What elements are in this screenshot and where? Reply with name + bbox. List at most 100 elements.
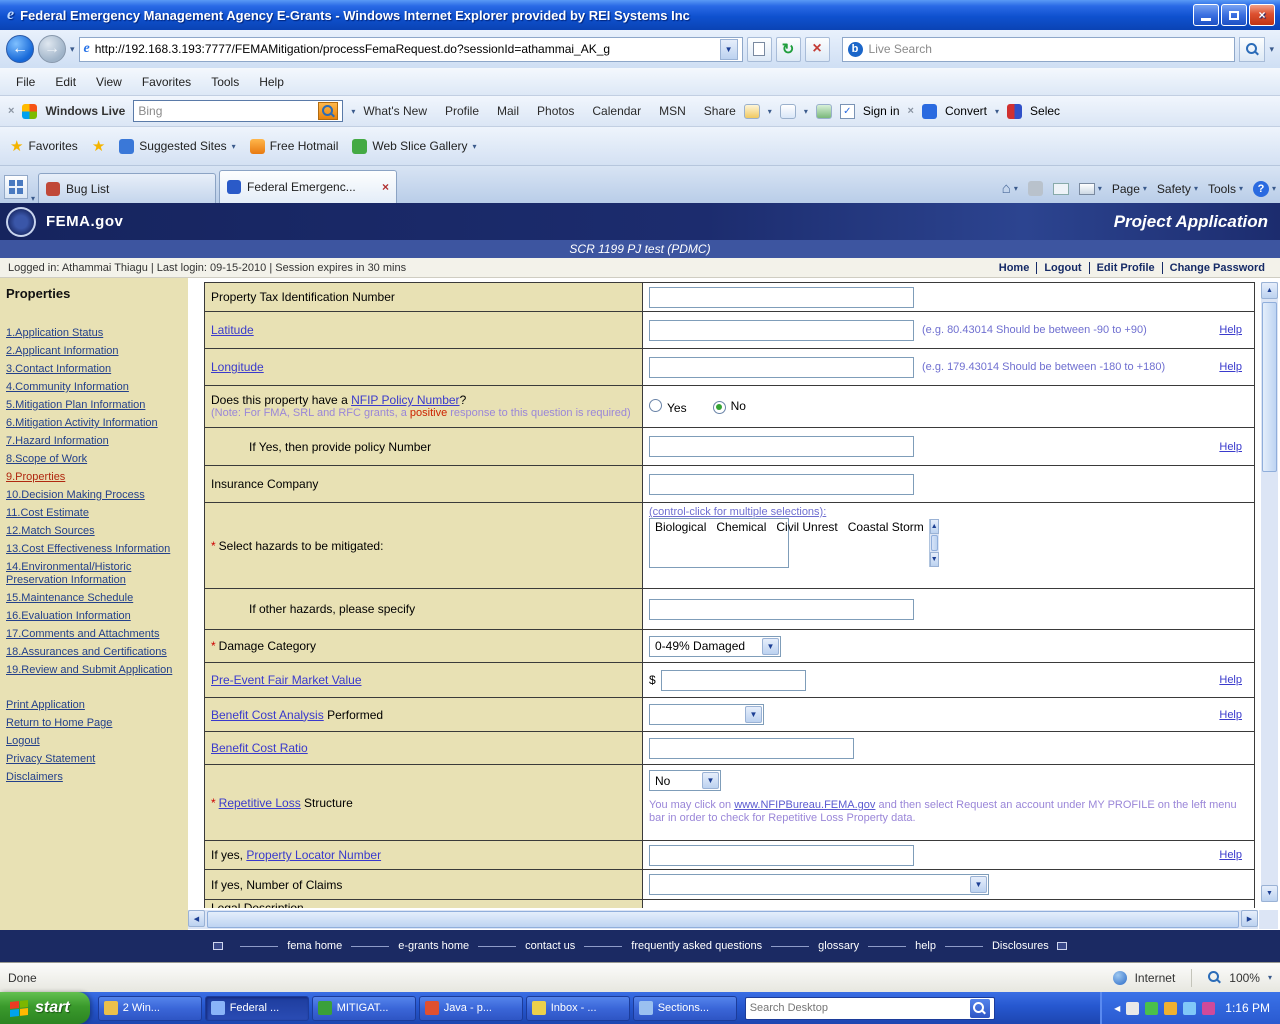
sidebar-item[interactable]: 9.Properties <box>6 471 182 484</box>
network-tray-icon[interactable] <box>1183 1002 1196 1015</box>
other-hazards-input[interactable] <box>649 599 914 620</box>
sidebar-item[interactable]: 17.Comments and Attachments <box>6 628 182 641</box>
sidebar-item[interactable]: 2.Applicant Information <box>6 345 182 358</box>
sidebar-item[interactable]: 4.Community Information <box>6 381 182 394</box>
fema-logo[interactable]: FEMA.gov <box>46 213 123 230</box>
scroll-down-icon[interactable]: ▼ <box>930 552 939 567</box>
bcr-input[interactable] <box>649 738 854 759</box>
latitude-link[interactable]: Latitude <box>211 323 254 337</box>
hazard-option[interactable]: Coastal Storm <box>843 519 929 535</box>
bing-dropdown[interactable]: ▾ <box>351 107 355 116</box>
scroll-down-icon[interactable]: ▼ <box>1261 885 1278 902</box>
translate-icon[interactable] <box>816 104 832 119</box>
nfip-bureau-link[interactable]: www.NFIPBureau.FEMA.gov <box>734 799 875 811</box>
footer-link[interactable]: glossary <box>762 940 859 952</box>
live-link[interactable]: Profile <box>445 104 479 118</box>
convert-button[interactable]: Convert <box>945 104 987 118</box>
back-button[interactable]: ← <box>6 35 34 63</box>
minimize-button[interactable] <box>1193 4 1219 26</box>
taskbar-window-button[interactable]: MITIGAT... <box>312 996 416 1021</box>
menu-item[interactable]: Edit <box>45 72 86 92</box>
menu-item[interactable]: Help <box>249 72 294 92</box>
listbox-scrollbar[interactable]: ▲ ▼ <box>929 519 939 567</box>
fmv-input[interactable] <box>661 670 806 691</box>
help-menu[interactable]: ?▾ <box>1253 181 1276 197</box>
feeds-icon[interactable] <box>1028 181 1043 196</box>
footer-link[interactable]: fema home <box>231 940 342 952</box>
volume-tray-icon[interactable] <box>1164 1002 1177 1015</box>
scrollbar-thumb[interactable] <box>1262 302 1277 472</box>
favbar-item-web-slice-gallery[interactable]: Web Slice Gallery ▾ <box>352 139 476 154</box>
footer-link[interactable]: help <box>859 940 936 952</box>
write-blog-icon[interactable] <box>744 104 760 119</box>
bing-search-box[interactable]: Bing <box>133 100 343 122</box>
taskbar-window-button[interactable]: Java - p... <box>419 996 523 1021</box>
messenger-tray-icon[interactable] <box>1202 1002 1215 1015</box>
policy-number-input[interactable] <box>649 436 914 457</box>
hazard-option[interactable]: Biological <box>650 519 711 535</box>
page-menu[interactable]: Page▾ <box>1112 182 1147 196</box>
zoom-level[interactable]: 100% <box>1229 971 1260 985</box>
live-link[interactable]: Photos <box>537 104 574 118</box>
forward-button[interactable]: → <box>38 35 66 63</box>
sidebar-item[interactable]: 16.Evaluation Information <box>6 610 182 623</box>
search-placeholder[interactable]: Live Search <box>869 42 932 56</box>
sidebar-link[interactable]: Logout <box>6 735 182 748</box>
signin-link[interactable]: Sign in <box>863 104 900 118</box>
nfip-yes-option[interactable]: Yes <box>649 399 687 415</box>
sidebar-link[interactable]: Privacy Statement <box>6 753 182 766</box>
nfip-policy-link[interactable]: NFIP Policy Number <box>351 393 459 407</box>
taskbar-window-button[interactable]: 2 Win... <box>98 996 202 1021</box>
menu-item[interactable]: Favorites <box>132 72 201 92</box>
add-favorite-icon[interactable]: ★ <box>92 137 105 155</box>
vertical-scrollbar[interactable]: ▲ ▼ <box>1261 282 1278 902</box>
sidebar-link[interactable]: Print Application <box>6 699 182 712</box>
login-bar-link[interactable]: Home <box>992 262 1037 274</box>
stop-button[interactable]: × <box>805 37 830 62</box>
menu-item[interactable]: View <box>86 72 132 92</box>
sidebar-item[interactable]: 3.Contact Information <box>6 363 182 376</box>
start-button[interactable]: start <box>0 992 90 1024</box>
bca-select[interactable]: ▼ <box>649 704 764 725</box>
live-link[interactable]: Mail <box>497 104 519 118</box>
sidebar-item[interactable]: 10.Decision Making Process <box>6 489 182 502</box>
taskbar-window-button[interactable]: Sections... <box>633 996 737 1021</box>
tray-collapse-icon[interactable]: ◀ <box>1114 1004 1120 1013</box>
scrollbar-thumb[interactable] <box>207 911 1239 928</box>
refresh-button[interactable]: ↻ <box>776 37 801 62</box>
taskbar-window-button[interactable]: Inbox - ... <box>526 996 630 1021</box>
select-button[interactable]: Selec <box>1030 104 1060 118</box>
search-button[interactable] <box>1239 37 1265 62</box>
zoom-icon[interactable] <box>1208 971 1221 984</box>
print-button[interactable]: ▾ <box>1079 183 1102 195</box>
hazards-listbox[interactable]: BiologicalChemicalCivil UnrestCoastal St… <box>649 518 789 568</box>
close-button[interactable]: × <box>1249 4 1275 26</box>
nfip-yes-radio[interactable] <box>649 399 662 412</box>
convert-dropdown[interactable]: ▾ <box>995 107 999 116</box>
live-link[interactable]: What's New <box>363 104 427 118</box>
desktop-search-input[interactable] <box>750 1002 970 1014</box>
scroll-right-icon[interactable]: ▶ <box>1241 910 1258 927</box>
hazard-option[interactable]: Civil Unrest <box>771 519 842 535</box>
sidebar-item[interactable]: 6.Mitigation Activity Information <box>6 417 182 430</box>
menu-item[interactable]: File <box>6 72 45 92</box>
live-search-box[interactable]: b Live Search <box>842 37 1236 62</box>
scroll-up-icon[interactable]: ▲ <box>930 519 939 534</box>
bca-help-link[interactable]: Help <box>1219 709 1242 721</box>
latitude-help-link[interactable]: Help <box>1219 324 1242 336</box>
display-tray-icon[interactable] <box>1126 1002 1139 1015</box>
safety-menu[interactable]: Safety▾ <box>1157 182 1198 196</box>
compatibility-view-button[interactable] <box>747 37 772 62</box>
sidebar-item[interactable]: 15.Maintenance Schedule <box>6 592 182 605</box>
fmv-help-link[interactable]: Help <box>1219 674 1242 686</box>
clock[interactable]: 1:16 PM <box>1225 1001 1270 1015</box>
fmv-link[interactable]: Pre-Event Fair Market Value <box>211 673 362 687</box>
repetitive-loss-select[interactable]: No ▼ <box>649 770 721 791</box>
quick-tabs-icon[interactable] <box>4 175 28 199</box>
sidebar-item[interactable]: 19.Review and Submit Application <box>6 664 182 677</box>
property-locator-help-link[interactable]: Help <box>1219 849 1242 861</box>
login-bar-link[interactable]: Change Password <box>1162 262 1272 274</box>
zoom-dropdown[interactable]: ▾ <box>1268 973 1272 982</box>
email-dropdown[interactable]: ▾ <box>804 107 808 116</box>
tab-close-icon[interactable]: × <box>382 180 389 194</box>
